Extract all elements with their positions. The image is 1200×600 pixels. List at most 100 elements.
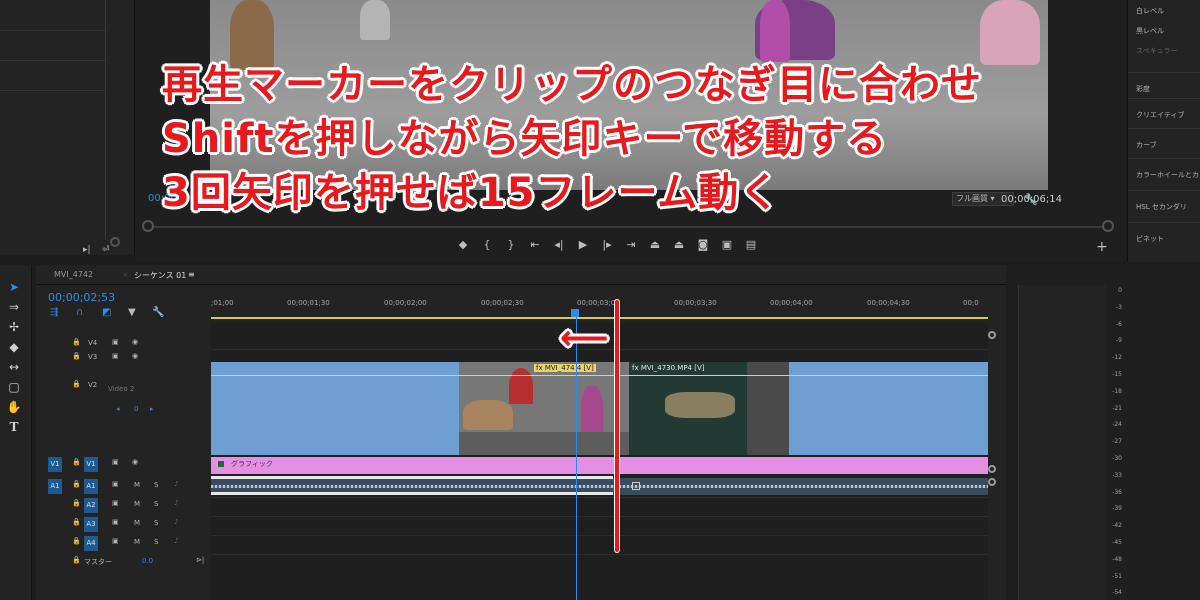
- track-target-a3[interactable]: A3: [84, 517, 98, 532]
- mark-in-icon[interactable]: {: [480, 238, 494, 258]
- scrub-end-handle[interactable]: [1102, 220, 1114, 232]
- scroll-handle[interactable]: [988, 331, 996, 339]
- keyframe-nav-icon[interactable]: ▸: [150, 405, 154, 413]
- sync-icon[interactable]: ▣: [112, 338, 119, 346]
- meter-bar: [1018, 285, 1106, 600]
- camera-icon[interactable]: ◙: [696, 238, 710, 258]
- lumetri-item[interactable]: スペキュラー: [1136, 46, 1178, 56]
- razor-tool-icon[interactable]: ◆: [5, 339, 23, 355]
- playhead-handle[interactable]: [571, 309, 579, 317]
- mic-icon[interactable]: ♪: [174, 480, 178, 488]
- close-icon[interactable]: ×: [122, 270, 129, 279]
- lock-icon[interactable]: 🔒: [72, 556, 81, 564]
- lock-icon[interactable]: 🔒: [72, 537, 81, 545]
- track-select-tool-icon[interactable]: ⇒: [5, 299, 23, 315]
- tab-mvi-4742[interactable]: MVI_4742: [54, 270, 93, 279]
- sync-icon[interactable]: ▣: [112, 480, 119, 488]
- edit-point-marker[interactable]: [632, 482, 640, 490]
- lift-icon[interactable]: ⏏: [648, 238, 662, 258]
- track-target-a1[interactable]: A1: [84, 479, 98, 494]
- source-patch-a1[interactable]: A1: [48, 479, 62, 494]
- tick-label: 00;00;03;30: [674, 299, 717, 307]
- sync-icon[interactable]: ▣: [112, 458, 119, 466]
- sync-icon[interactable]: ▣: [112, 499, 119, 507]
- track-target-v1[interactable]: V1: [84, 457, 98, 472]
- opacity-value[interactable]: 0: [134, 405, 138, 413]
- lock-icon[interactable]: 🔒: [72, 352, 81, 360]
- lock-icon[interactable]: 🔒: [72, 499, 81, 507]
- lumetri-section[interactable]: HSL セカンダリ: [1136, 202, 1187, 212]
- scroll-handle[interactable]: [988, 465, 996, 473]
- lock-icon[interactable]: 🔒: [72, 380, 81, 388]
- solo-button[interactable]: S: [154, 519, 158, 527]
- lock-icon[interactable]: 🔒: [72, 480, 81, 488]
- eye-icon[interactable]: ◉: [132, 352, 138, 360]
- marker-icon[interactable]: ◆: [456, 238, 470, 258]
- master-volume[interactable]: 0.0: [142, 557, 153, 565]
- scrub-start-handle[interactable]: [142, 220, 154, 232]
- mute-button[interactable]: M: [134, 538, 140, 546]
- mic-icon[interactable]: ♪: [174, 499, 178, 507]
- nest-icon[interactable]: ⇶: [50, 307, 58, 318]
- multicam-icon[interactable]: ▤: [744, 238, 758, 258]
- extract-icon[interactable]: ⏏: [672, 238, 686, 258]
- compare-icon[interactable]: ▣: [720, 238, 734, 258]
- insert-icon[interactable]: ⏎: [102, 245, 110, 255]
- mute-button[interactable]: M: [134, 500, 140, 508]
- track-target-a2[interactable]: A2: [84, 498, 98, 513]
- mark-out-icon[interactable]: }: [504, 238, 518, 258]
- timeline-timecode[interactable]: 00;00;02;53: [48, 291, 115, 304]
- selection-tool-icon[interactable]: ➤: [5, 279, 23, 295]
- lumetri-section[interactable]: カーブ: [1136, 140, 1157, 150]
- lumetri-section[interactable]: ビネット: [1136, 234, 1164, 244]
- scroll-handle[interactable]: [988, 478, 996, 486]
- menu-icon[interactable]: ≡: [188, 270, 195, 279]
- step-forward-icon[interactable]: |▸: [600, 238, 614, 258]
- snap-icon[interactable]: ∩: [76, 307, 83, 318]
- lock-icon[interactable]: 🔒: [72, 458, 81, 466]
- graphic-clip[interactable]: [211, 457, 988, 474]
- solo-button[interactable]: S: [154, 538, 158, 546]
- go-to-in-icon[interactable]: ⇤: [528, 238, 542, 258]
- type-tool-icon[interactable]: T: [5, 419, 23, 435]
- go-to-out-icon[interactable]: ⇥: [624, 238, 638, 258]
- monitor-scrub-bar[interactable]: [148, 226, 1108, 228]
- lumetri-item[interactable]: 黒レベル: [1136, 26, 1164, 36]
- timeline-panel: MVI_4742 × シーケンス 01 ≡ 00;00;02;53 ⇶ ∩ ◩ …: [36, 265, 1006, 600]
- source-patch-v1[interactable]: V1: [48, 457, 62, 472]
- solo-button[interactable]: S: [154, 481, 158, 489]
- lumetri-item[interactable]: 白レベル: [1136, 6, 1164, 16]
- ripple-edit-tool-icon[interactable]: ✢: [5, 319, 23, 335]
- play-icon[interactable]: ▶: [576, 238, 590, 258]
- sync-icon[interactable]: ▣: [112, 518, 119, 526]
- tab-sequence-01[interactable]: シーケンス 01: [134, 270, 186, 281]
- mute-button[interactable]: M: [134, 481, 140, 489]
- go-to-end-icon[interactable]: ⊳|: [196, 556, 204, 564]
- hand-tool-icon[interactable]: ✋: [5, 399, 23, 415]
- keyframe-nav-icon[interactable]: ◂: [116, 405, 120, 413]
- scroll-handle[interactable]: [110, 237, 120, 247]
- marker-icon[interactable]: ▼: [128, 307, 136, 318]
- wrench-icon[interactable]: 🔧: [152, 307, 164, 318]
- slip-tool-icon[interactable]: ↔: [5, 359, 23, 375]
- sync-icon[interactable]: ▣: [112, 537, 119, 545]
- eye-icon[interactable]: ◉: [132, 338, 138, 346]
- add-button-icon[interactable]: +: [1096, 239, 1108, 255]
- mic-icon[interactable]: ♪: [174, 518, 178, 526]
- pen-tool-icon[interactable]: ▢: [5, 379, 23, 395]
- lock-icon[interactable]: 🔒: [72, 518, 81, 526]
- lumetri-section[interactable]: カラーホイールとカ: [1136, 170, 1199, 180]
- solo-button[interactable]: S: [154, 500, 158, 508]
- linked-selection-icon[interactable]: ◩: [102, 307, 111, 318]
- sync-icon[interactable]: ▣: [112, 352, 119, 360]
- lumetri-section[interactable]: クリエイティブ: [1136, 110, 1184, 120]
- eye-icon[interactable]: ◉: [132, 458, 138, 466]
- mute-button[interactable]: M: [134, 519, 140, 527]
- lumetri-section[interactable]: 彩度: [1136, 84, 1150, 94]
- step-back-icon[interactable]: ◂|: [552, 238, 566, 258]
- lock-icon[interactable]: 🔒: [72, 338, 81, 346]
- track-target-a4[interactable]: A4: [84, 536, 98, 551]
- opacity-line[interactable]: [211, 375, 988, 376]
- mic-icon[interactable]: ♪: [174, 537, 178, 545]
- export-icon[interactable]: ▸|: [83, 245, 91, 255]
